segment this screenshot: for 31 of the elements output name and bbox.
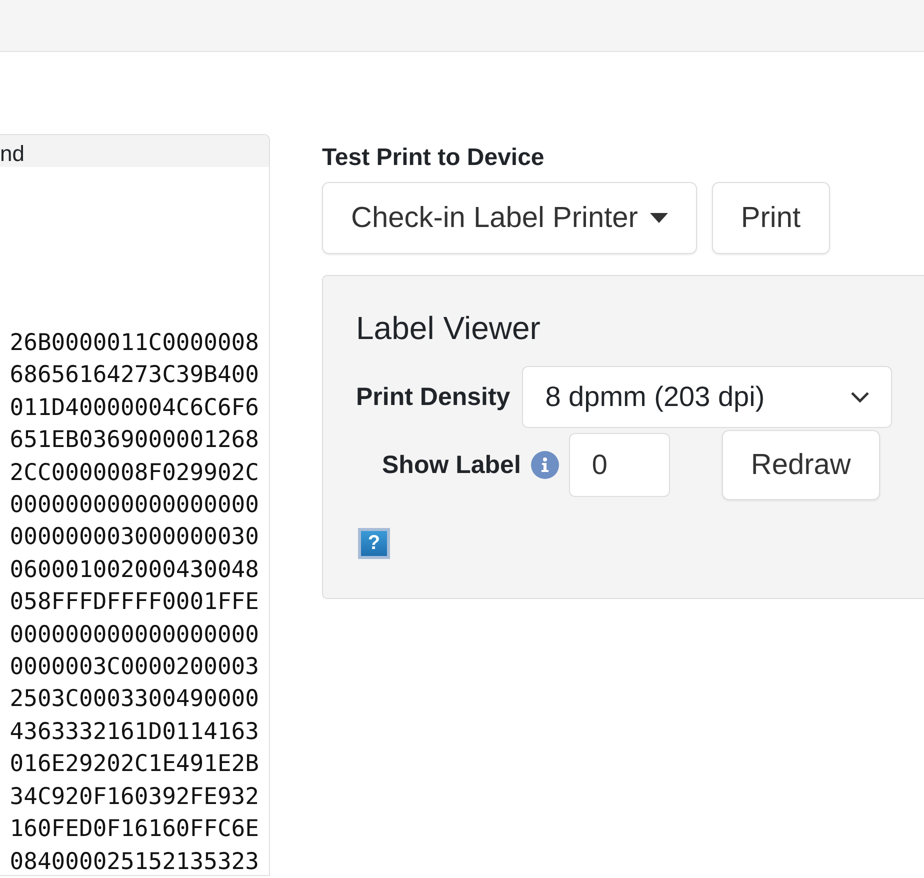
chevron-down-icon [851,392,870,402]
hex-line: 011D40000004C6C6F6 [10,394,259,423]
hex-line: 0000003C0000200003 [10,653,259,682]
hex-line: 2CC0000008F029902C [10,458,259,488]
hex-line: 058FFFDFFFF0001FFE [10,588,259,618]
caret-icon [650,213,668,223]
print-button[interactable]: Print [712,182,830,254]
hex-line: 016E29202C1E491E2B [10,750,259,780]
help-icon[interactable]: ? [358,528,390,559]
hex-line: 060001002000430048 [10,556,259,585]
hex-line: 000000003000000030 [10,523,259,552]
hex-line: 000000000000000000 [10,620,259,650]
info-icon[interactable] [530,451,559,479]
panel-title: Label Viewer [356,310,542,347]
label-number-input[interactable]: 0 [568,433,670,497]
hex-line: 68656164273C39B400 [10,361,259,390]
density-select[interactable]: 8 dpmm (203 dpi) [522,366,892,428]
hex-line: 4363332161D0114163 [10,718,259,747]
hex-line: 084000025152135323 [10,848,259,875]
hex-line: 160FED0F16160FFC6E [10,815,259,844]
hex-line: 26B0000011C0000008 [10,329,259,358]
printer-dropdown[interactable]: Check-in Label Printer [322,182,697,254]
hex-line: 34C920F160392FE932 [10,782,259,812]
field-label: Print Density [356,382,510,412]
section-title: Test Print to Device [322,144,546,172]
redraw-button[interactable]: Redraw [722,430,880,500]
field-label: Show Label [382,450,521,480]
hex-line: 651EB0369000001268 [10,426,259,456]
panel-header: nd [0,135,269,167]
hex-line: 000000000000000000 [10,491,259,520]
hex-line: 2503C0003300490000 [10,685,259,714]
